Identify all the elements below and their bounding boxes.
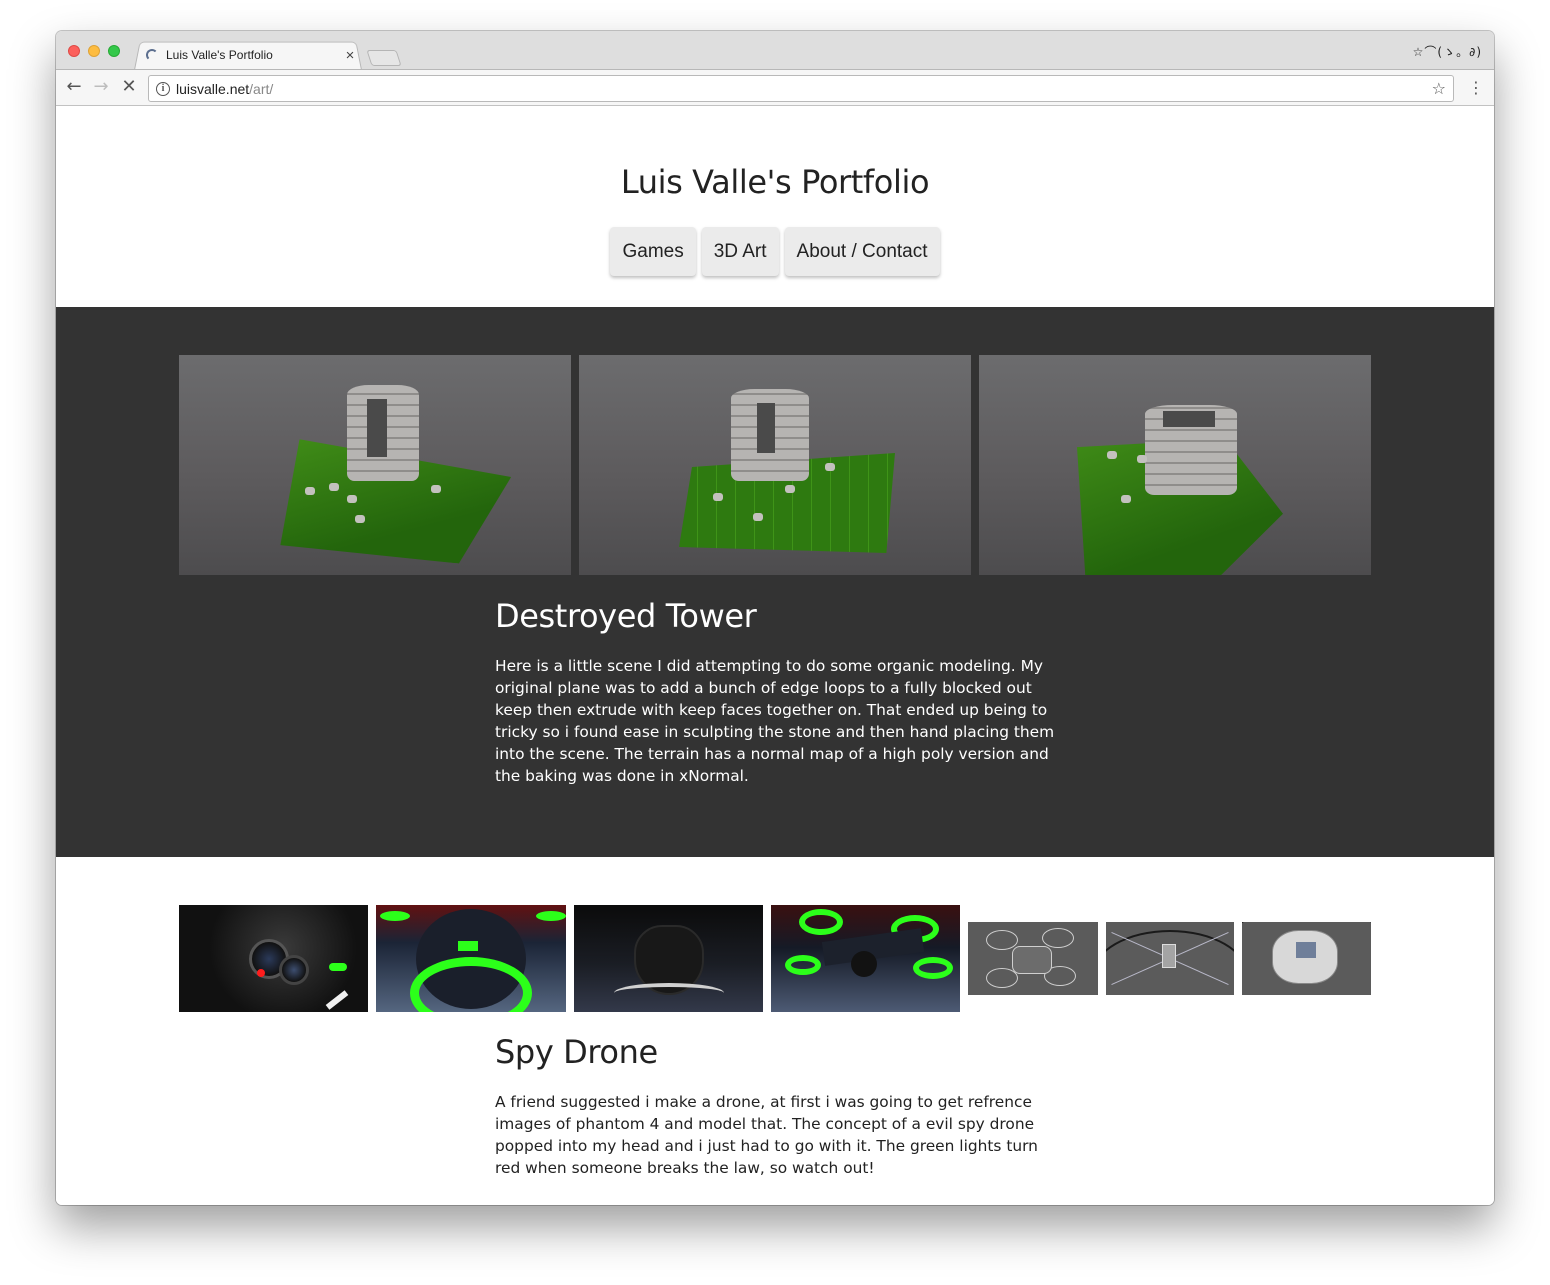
project-destroyed-tower: Destroyed Tower Here is a little scene I… xyxy=(56,307,1494,857)
browser-window: Luis Valle's Portfolio × ☆⌒(ゝ。∂) ← → ✕ i… xyxy=(56,31,1494,1205)
browser-toolbar: ← → ✕ i luisvalle.net/art/ ☆ ⋮ xyxy=(56,69,1494,106)
tower-image-gallery xyxy=(179,355,1371,575)
new-tab-button[interactable] xyxy=(366,50,402,66)
tower-article: Destroyed Tower Here is a little scene I… xyxy=(495,597,1060,787)
back-arrow-icon[interactable]: ← xyxy=(62,75,86,99)
site-nav: Games 3D Art About / Contact xyxy=(56,227,1494,276)
browser-menu-icon[interactable]: ⋮ xyxy=(1468,76,1484,100)
stop-loading-icon[interactable]: ✕ xyxy=(117,75,141,99)
drone-wireframe-2[interactable] xyxy=(1106,922,1234,995)
extension-emoticon[interactable]: ☆⌒(ゝ。∂) xyxy=(1413,43,1482,60)
loading-spinner-icon xyxy=(146,49,158,61)
info-icon[interactable]: i xyxy=(156,81,170,96)
drone-article: Spy Drone A friend suggested i make a dr… xyxy=(495,1033,1060,1179)
tab-close-icon[interactable]: × xyxy=(342,47,358,64)
browser-tab-content[interactable]: Luis Valle's Portfolio × xyxy=(144,41,364,69)
page-content: Luis Valle's Portfolio Games 3D Art Abou… xyxy=(56,106,1494,1205)
drone-image-gallery xyxy=(179,905,1371,1012)
project-description: Here is a little scene I did attempting … xyxy=(495,657,1055,785)
drone-render-1[interactable] xyxy=(179,905,368,1012)
tower-render-3[interactable] xyxy=(979,355,1371,575)
nav-about-contact-button[interactable]: About / Contact xyxy=(784,227,940,276)
window-zoom-button[interactable] xyxy=(108,45,120,57)
bookmark-star-icon[interactable]: ☆ xyxy=(1432,79,1446,98)
nav-3d-art-button[interactable]: 3D Art xyxy=(701,227,779,276)
project-title: Destroyed Tower xyxy=(495,597,757,635)
tab-strip: Luis Valle's Portfolio × ☆⌒(ゝ。∂) xyxy=(56,31,1494,70)
window-minimize-button[interactable] xyxy=(88,45,100,57)
url-text[interactable]: luisvalle.net/art/ xyxy=(176,81,273,97)
nav-games-button[interactable]: Games xyxy=(610,227,696,276)
url-host: luisvalle.net xyxy=(176,80,250,97)
tower-render-1[interactable] xyxy=(179,355,571,575)
url-path: /art/ xyxy=(249,80,274,97)
project-spy-drone: Spy Drone A friend suggested i make a dr… xyxy=(56,857,1494,1205)
project-title: Spy Drone xyxy=(495,1033,658,1071)
drone-render-3[interactable] xyxy=(574,905,763,1012)
window-close-button[interactable] xyxy=(68,45,80,57)
address-bar[interactable]: i luisvalle.net/art/ ☆ xyxy=(148,75,1454,102)
forward-arrow-icon[interactable]: → xyxy=(89,75,113,99)
drone-wireframe-1[interactable] xyxy=(968,922,1098,995)
project-description: A friend suggested i make a drone, at fi… xyxy=(495,1093,1038,1177)
site-title: Luis Valle's Portfolio xyxy=(620,163,930,201)
site-header: Luis Valle's Portfolio Games 3D Art Abou… xyxy=(56,106,1494,307)
tab-title: Luis Valle's Portfolio xyxy=(166,48,273,62)
drone-render-2[interactable] xyxy=(376,905,566,1012)
drone-wireframe-3[interactable] xyxy=(1242,922,1371,995)
drone-render-4[interactable] xyxy=(771,905,960,1012)
tower-render-2[interactable] xyxy=(579,355,971,575)
